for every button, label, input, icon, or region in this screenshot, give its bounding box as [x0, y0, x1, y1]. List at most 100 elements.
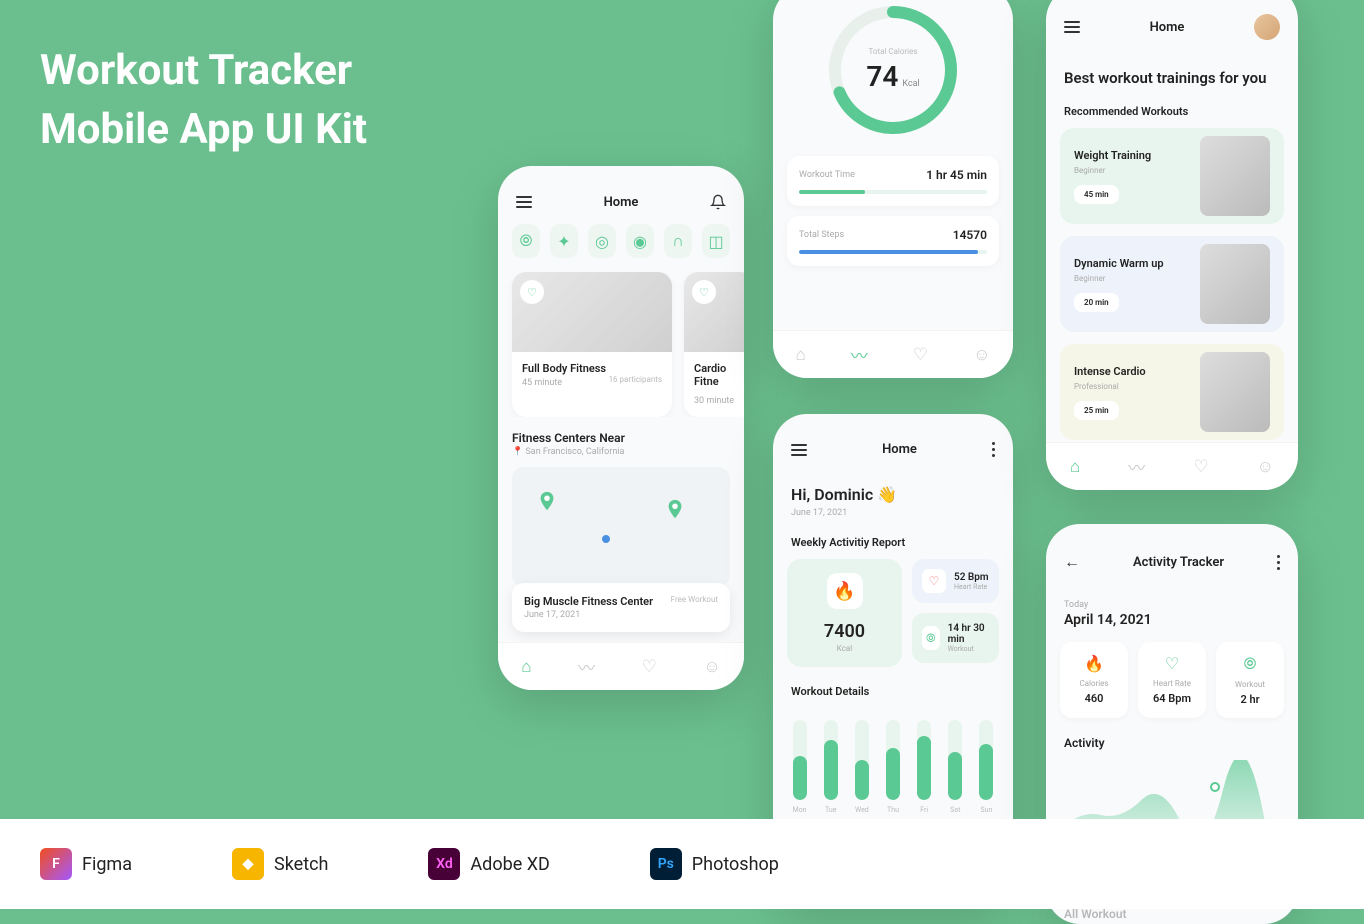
heart-icon[interactable]: ♡	[520, 280, 544, 304]
heart-icon[interactable]: ♡	[692, 280, 716, 304]
stat-card: Total Steps 14570	[787, 216, 999, 266]
rec-card[interactable]: Intense CardioProfessional25 min	[1060, 344, 1284, 440]
card-title: Cardio Fitne	[694, 362, 744, 388]
stat-value: 14570	[953, 228, 987, 242]
dumbbell-icon: ⦾	[922, 626, 940, 650]
home-icon[interactable]: ⌂	[521, 657, 531, 677]
progress-bar	[799, 190, 987, 194]
section-title: Fitness Centers Near	[498, 417, 744, 447]
workout-label: Workout	[948, 645, 989, 653]
rec-card[interactable]: Dynamic Warm upBeginner20 min	[1060, 236, 1284, 332]
activity-icon[interactable]: 〰	[851, 342, 868, 367]
home-icon[interactable]: ⌂	[1070, 457, 1080, 477]
card-duration: 30 minute	[694, 396, 734, 406]
location-date: June 17, 2021	[524, 610, 718, 620]
bike-icon[interactable]: ◉	[626, 224, 654, 258]
today-label: Today	[1046, 586, 1298, 612]
tool-sketch: ◆Sketch	[232, 848, 328, 880]
heart-icon: ♡	[922, 569, 946, 593]
map[interactable]	[512, 467, 730, 587]
home-icon[interactable]: ⌂	[796, 345, 806, 365]
location-tag: Free Workout	[671, 595, 718, 604]
bag-icon[interactable]: ◫	[702, 224, 730, 258]
profile-icon[interactable]: ☺	[703, 657, 720, 677]
heart-nav-icon[interactable]: ♡	[913, 345, 928, 365]
map-pin-icon[interactable]	[536, 487, 558, 515]
dumbbell-icon[interactable]: ⦾	[512, 224, 540, 258]
page-title: Home	[882, 442, 917, 457]
card-participants: 16 participants	[609, 375, 662, 388]
metric-card[interactable]: ⦾Workout2 hr	[1216, 642, 1284, 718]
activity-icon[interactable]: 〰	[1128, 454, 1145, 479]
page-title: Activity Tracker	[1133, 555, 1224, 570]
tool-figma: FFigma	[40, 848, 132, 880]
location-card[interactable]: Big Muscle Fitness Center Free Workout J…	[512, 583, 730, 632]
page-title: Home	[604, 195, 639, 210]
phone-home: Home ⦾ ✦ ◎ ◉ ∩ ◫ ♡ Full Body Fitness 45 …	[498, 166, 744, 690]
figma-icon: F	[40, 848, 72, 880]
workout-stat[interactable]: ⦾ 14 hr 30 minWorkout	[912, 613, 999, 663]
stat-label: Workout Time	[799, 170, 855, 180]
ps-icon: Ps	[650, 848, 682, 880]
menu-icon[interactable]	[1064, 21, 1080, 33]
shoe-icon[interactable]: ✦	[550, 224, 578, 258]
heart-stat[interactable]: ♡ 52 BpmHeart Rate	[912, 559, 999, 603]
back-icon[interactable]: ←	[1064, 552, 1080, 572]
tool-xd: XdAdobe XD	[428, 848, 549, 880]
location-dot-icon	[602, 535, 610, 543]
workout-bars: Mon Tue Wed Thu Fri Sat Sun	[773, 708, 1013, 828]
donut-value: 74	[866, 60, 898, 93]
category-row: ⦾ ✦ ◎ ◉ ∩ ◫	[498, 224, 744, 258]
workout-image	[1200, 136, 1270, 216]
kcal-label: Kcal	[801, 644, 888, 653]
rope-icon[interactable]: ∩	[664, 224, 692, 258]
more-icon[interactable]	[992, 442, 995, 457]
card-title: Full Body Fitness	[522, 362, 662, 375]
chart-marker	[1210, 782, 1220, 792]
jump-icon[interactable]: ◎	[588, 224, 616, 258]
workout-value: 14 hr 30 min	[948, 623, 989, 645]
dumbbell-icon: ⦾	[1228, 654, 1272, 674]
page-title: Home	[1150, 20, 1185, 35]
metric-card[interactable]: 🔥Calories460	[1060, 642, 1128, 718]
bottom-nav: ⌂ 〰 ♡ ☺	[773, 330, 1013, 378]
greeting: Hi, Dominic 👋	[773, 471, 1013, 508]
progress-bar	[799, 250, 987, 254]
stat-card: Workout Time 1 hr 45 min	[787, 156, 999, 206]
profile-icon[interactable]: ☺	[1257, 457, 1274, 477]
xd-icon: Xd	[428, 848, 460, 880]
greeting-date: June 17, 2021	[773, 508, 1013, 518]
map-pin-icon[interactable]	[664, 495, 686, 523]
bell-icon[interactable]	[710, 194, 726, 210]
workout-image	[1200, 352, 1270, 432]
report-title: Weekly Activitiy Report	[773, 518, 1013, 559]
avatar[interactable]	[1254, 14, 1280, 40]
menu-icon[interactable]	[791, 444, 807, 456]
heart-icon: ♡	[1150, 654, 1194, 673]
card-duration: 45 minute	[522, 378, 562, 388]
heart-value: 52 Bpm	[954, 572, 989, 583]
more-icon[interactable]	[1277, 555, 1280, 570]
stat-label: Total Steps	[799, 230, 844, 240]
workout-image	[1200, 244, 1270, 324]
activity-icon[interactable]: 〰	[578, 654, 595, 679]
rec-card[interactable]: Weight TrainingBeginner45 min	[1060, 128, 1284, 224]
metric-card[interactable]: ♡Heart Rate64 Bpm	[1138, 642, 1206, 718]
kcal-stat[interactable]: 🔥 7400 Kcal	[787, 559, 902, 667]
bottom-nav: ⌂ 〰 ♡ ☺	[1046, 442, 1298, 490]
workout-card[interactable]: ♡ Cardio Fitne 30 minute	[684, 272, 744, 417]
stat-value: 1 hr 45 min	[926, 168, 987, 182]
heart-nav-icon[interactable]: ♡	[1193, 457, 1208, 477]
section-subtitle: 📍 San Francisco, California	[498, 447, 744, 467]
kcal-value: 7400	[801, 621, 888, 642]
hero-text: Best workout trainings for you	[1046, 54, 1298, 93]
heart-nav-icon[interactable]: ♡	[642, 657, 657, 677]
menu-icon[interactable]	[516, 196, 532, 208]
details-title: Workout Details	[773, 667, 1013, 708]
profile-icon[interactable]: ☺	[973, 345, 990, 365]
hero-title: Workout TrackerMobile App UI Kit	[40, 42, 367, 160]
location-title: Big Muscle Fitness Center	[524, 595, 653, 608]
workout-card[interactable]: ♡ Full Body Fitness 45 minute 16 partici…	[512, 272, 672, 417]
tools-bar: FFigma ◆Sketch XdAdobe XD PsPhotoshop	[0, 819, 1364, 909]
phone-calories: Total Calories 74Kcal Workout Time1 hr 4…	[773, 0, 1013, 378]
